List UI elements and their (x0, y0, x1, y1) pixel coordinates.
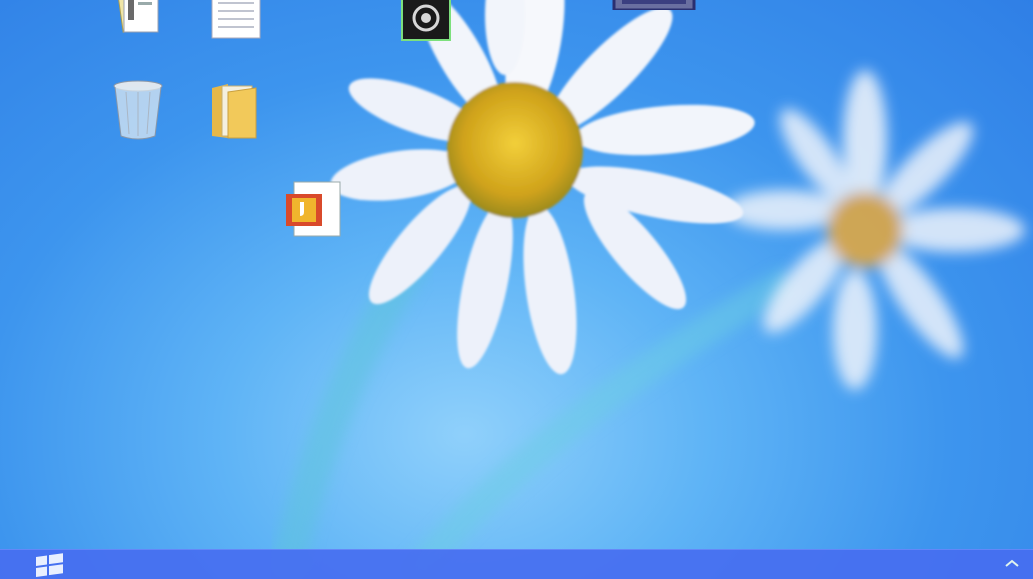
text-document-icon[interactable] (204, 0, 268, 42)
chevron-up-icon (1005, 559, 1019, 567)
desktop[interactable] (0, 0, 1033, 579)
qr-scanner-app-icon[interactable] (394, 0, 458, 42)
pdf-document-icon[interactable] (282, 176, 346, 240)
folder-icon[interactable] (204, 78, 268, 142)
document-stack-icon[interactable] (108, 0, 172, 42)
windows-logo-icon (36, 553, 63, 577)
show-hidden-icons-button[interactable] (997, 550, 1027, 579)
start-button[interactable] (28, 550, 72, 579)
taskbar (0, 549, 1033, 579)
recycle-bin-icon[interactable] (106, 78, 170, 142)
window-app-icon[interactable] (612, 0, 696, 10)
